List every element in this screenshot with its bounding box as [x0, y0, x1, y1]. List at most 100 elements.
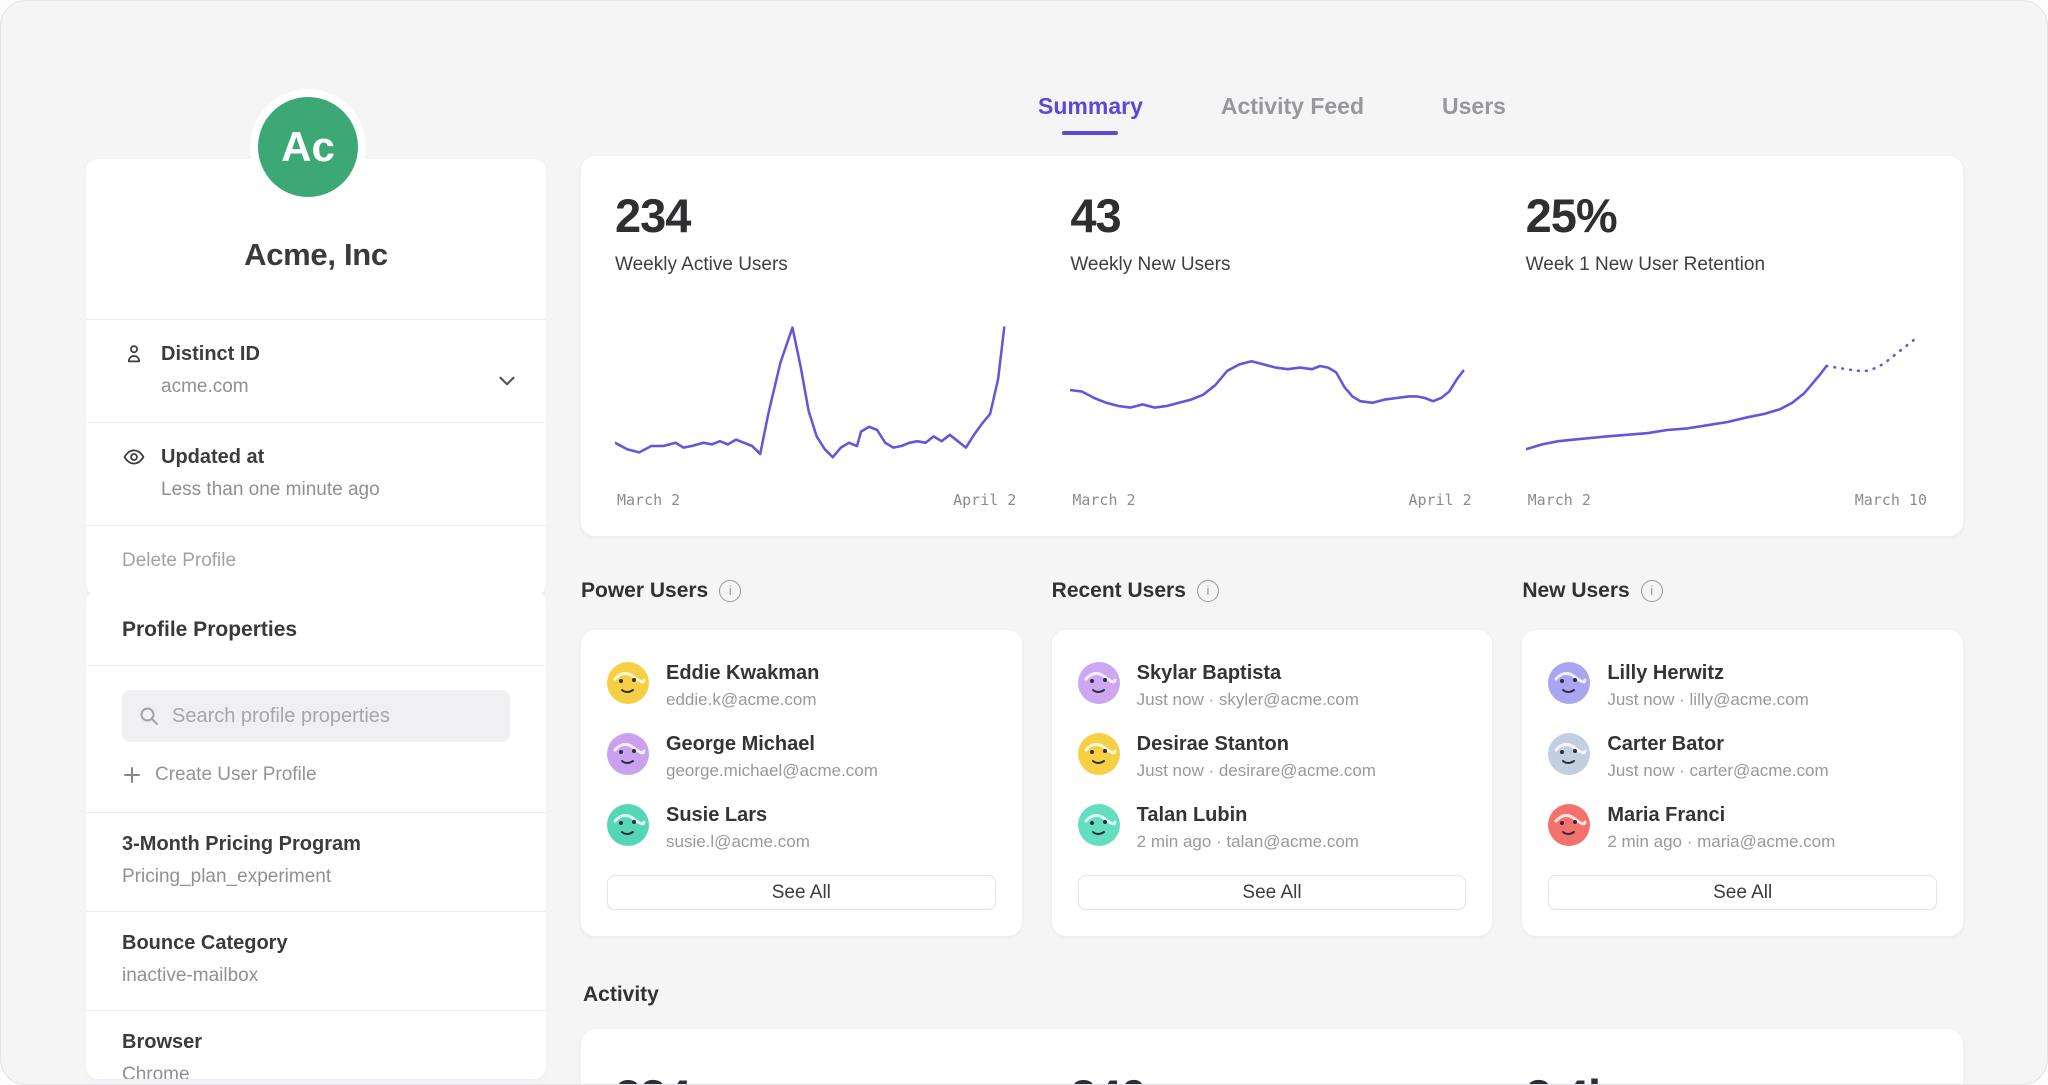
create-user-profile-label: Create User Profile	[155, 764, 317, 786]
profile-properties-title: Profile Properties	[86, 591, 546, 666]
activity-stat-value: 234	[615, 1069, 1018, 1085]
avatar-face	[1078, 733, 1120, 775]
user-row[interactable]: Lilly Herwitz Just now · lilly@acme.com	[1548, 662, 1937, 710]
property-value: Pricing_plan_experiment	[122, 866, 510, 888]
plus-icon	[122, 765, 142, 785]
person-icon	[122, 342, 146, 366]
user-row[interactable]: Desirae Stanton Just now · desirare@acme…	[1078, 733, 1467, 781]
retention-value: 25%	[1526, 188, 1929, 243]
tab-bar: Summary Activity Feed Users	[581, 93, 1963, 135]
create-user-profile-button[interactable]: Create User Profile	[122, 764, 510, 786]
x-tick-label: March 2	[1072, 491, 1135, 509]
profile-properties-list: 3-Month Pricing Program Pricing_plan_exp…	[86, 812, 546, 1079]
user-name: Susie Lars	[666, 804, 810, 827]
updated-at-row: Updated at Less than one minute ago	[86, 422, 546, 525]
user-row[interactable]: Talan Lubin 2 min ago · talan@acme.com	[1078, 804, 1467, 852]
summary-stats-card: 234 Weekly Active Users March 2 April 2 …	[581, 156, 1963, 536]
user-row[interactable]: Carter Bator Just now · carter@acme.com	[1548, 733, 1937, 781]
see-all-button[interactable]: See All	[607, 875, 996, 910]
weekly-new-users-chart	[1070, 318, 1473, 478]
info-icon[interactable]: i	[719, 580, 741, 602]
profile-properties-card: Profile Properties Create User Profile 3…	[86, 591, 546, 1079]
user-row[interactable]: George Michael george.michael@acme.com	[607, 733, 996, 781]
user-row[interactable]: Susie Lars susie.l@acme.com	[607, 804, 996, 852]
x-tick-label: March 2	[617, 491, 680, 509]
weekly-active-users-value: 234	[615, 188, 1018, 243]
power-users-list: Eddie Kwakman eddie.k@acme.com	[607, 662, 996, 875]
delete-profile-button[interactable]: Delete Profile	[86, 525, 546, 596]
tab-activity-feed[interactable]: Activity Feed	[1221, 93, 1364, 135]
property-value: inactive-mailbox	[122, 965, 510, 987]
user-row[interactable]: Maria Franci 2 min ago · maria@acme.com	[1548, 804, 1937, 852]
recent-users-title: Recent Users	[1052, 579, 1186, 603]
avatar-face	[1548, 733, 1590, 775]
user-name: Desirae Stanton	[1137, 733, 1376, 756]
avatar-face	[1548, 662, 1590, 704]
user-row[interactable]: Eddie Kwakman eddie.k@acme.com	[607, 662, 996, 710]
property-row[interactable]: 3-Month Pricing Program Pricing_plan_exp…	[86, 812, 546, 911]
retention-stat: 25% Week 1 New User Retention March 2 Ma…	[1526, 188, 1929, 536]
info-icon[interactable]: i	[1641, 580, 1663, 602]
company-name: Acme, Inc	[244, 237, 388, 273]
property-value: Chrome	[122, 1064, 510, 1079]
x-tick-label: April 2	[1408, 491, 1471, 509]
search-input[interactable]	[172, 705, 494, 728]
line-series	[1070, 361, 1463, 407]
retention-label: Week 1 New User Retention	[1526, 254, 1929, 276]
tab-activity-feed-label: Activity Feed	[1221, 93, 1364, 119]
new-users-card: Lilly Herwitz Just now · lilly@acme.com	[1522, 630, 1963, 936]
property-name: Bounce Category	[122, 932, 510, 955]
weekly-new-users-axis: March 2 April 2	[1070, 491, 1473, 509]
user-detail: Just now · skyler@acme.com	[1137, 690, 1359, 710]
chart-svg	[1070, 318, 1473, 478]
user-row[interactable]: Skylar Baptista Just now · skyler@acme.c…	[1078, 662, 1467, 710]
chart-svg	[1526, 318, 1929, 478]
property-row[interactable]: Browser Chrome	[86, 1010, 546, 1079]
see-all-button[interactable]: See All	[1548, 875, 1937, 910]
tab-summary[interactable]: Summary	[1038, 93, 1143, 135]
property-row[interactable]: Bounce Category inactive-mailbox	[86, 911, 546, 1010]
tab-summary-label: Summary	[1038, 93, 1143, 119]
see-all-button[interactable]: See All	[1078, 875, 1467, 910]
user-name: Skylar Baptista	[1137, 662, 1359, 685]
chart-svg	[615, 318, 1018, 478]
avatar-face	[607, 733, 649, 775]
distinct-id-value: acme.com	[161, 376, 510, 398]
info-icon[interactable]: i	[1197, 580, 1219, 602]
line-series	[615, 328, 1004, 458]
company-avatar: Ac	[250, 89, 366, 205]
tab-users[interactable]: Users	[1442, 93, 1506, 135]
distinct-id-label: Distinct ID	[161, 343, 260, 366]
user-name: George Michael	[666, 733, 878, 756]
user-detail: Just now · lilly@acme.com	[1607, 690, 1808, 710]
property-name: Browser	[122, 1031, 510, 1054]
avatar-face	[1078, 662, 1120, 704]
activity-stat-value: 3.4k	[1526, 1069, 1929, 1085]
profile-properties-search[interactable]	[122, 690, 510, 742]
weekly-active-users-label: Weekly Active Users	[615, 254, 1018, 276]
avatar-face	[1078, 804, 1120, 846]
distinct-id-row[interactable]: Distinct ID acme.com	[86, 319, 546, 422]
avatar	[607, 662, 649, 704]
new-users-title: New Users	[1522, 579, 1629, 603]
recent-users-card: Skylar Baptista Just now · skyler@acme.c…	[1052, 630, 1493, 936]
recent-users-list: Skylar Baptista Just now · skyler@acme.c…	[1078, 662, 1467, 875]
weekly-new-users-value: 43	[1070, 188, 1473, 243]
avatar-face	[1548, 804, 1590, 846]
x-tick-label: March 10	[1855, 491, 1927, 509]
user-detail: george.michael@acme.com	[666, 761, 878, 781]
user-name: Maria Franci	[1607, 804, 1835, 827]
avatar	[1548, 804, 1590, 846]
app-window: Ac Acme, Inc Distinct ID acme.com	[0, 0, 2048, 1085]
user-name: Eddie Kwakman	[666, 662, 819, 685]
x-tick-label: April 2	[953, 491, 1016, 509]
new-users-section: New Users i	[1522, 579, 1963, 936]
avatar	[607, 804, 649, 846]
user-sections: Power Users i	[581, 579, 1963, 936]
chevron-down-icon[interactable]	[494, 368, 520, 394]
power-users-card: Eddie Kwakman eddie.k@acme.com	[581, 630, 1022, 936]
avatar-face	[607, 804, 649, 846]
recent-users-section: Recent Users i	[1052, 579, 1493, 936]
line-series-projected	[1826, 339, 1915, 371]
tab-users-label: Users	[1442, 93, 1506, 119]
